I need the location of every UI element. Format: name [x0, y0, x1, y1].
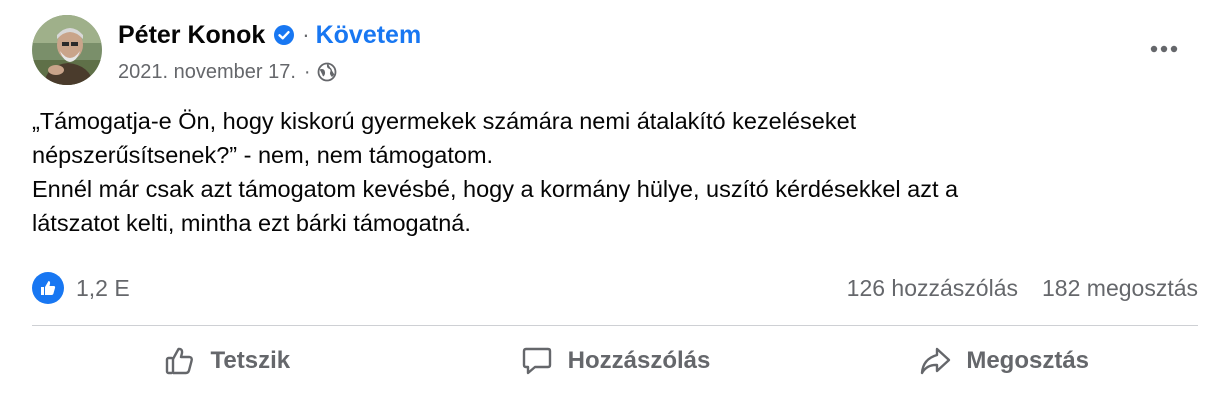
action-bar: Tetszik Hozzászólás Megosztás	[32, 332, 1198, 390]
post-text-line: „Támogatja-e Ön, hogy kiskorú gyermekek …	[32, 108, 857, 134]
divider	[32, 325, 1198, 326]
comment-count[interactable]: 126 hozzászólás	[847, 275, 1018, 302]
author-name[interactable]: Péter Konok	[118, 21, 265, 50]
separator-dot: ·	[302, 22, 310, 47]
more-options-icon[interactable]	[1144, 32, 1184, 66]
post-text-line: Ennél már csak azt támogatom kevésbé, ho…	[32, 176, 959, 202]
post-stats: 1,2 E 126 hozzászólás 182 megosztás	[32, 268, 1198, 308]
thumbs-up-icon	[165, 347, 193, 375]
stats-right: 126 hozzászólás 182 megosztás	[847, 275, 1198, 302]
separator-dot: ·	[303, 60, 311, 83]
post-meta: 2021. november 17. ·	[118, 58, 337, 86]
post-card: Péter Konok · Követem 2021. november 17.…	[0, 0, 1226, 400]
reaction-count[interactable]: 1,2 E	[76, 275, 130, 302]
avatar-photo	[32, 15, 102, 85]
post-text-line: népszerűsítsenek?” - nem, nem támogatom.	[32, 142, 494, 168]
follow-button[interactable]: Követem	[316, 21, 422, 50]
author-line: Péter Konok · Követem	[118, 18, 421, 52]
avatar[interactable]	[32, 15, 102, 85]
post-text-line: látszatot kelti, mintha ezt bárki támoga…	[32, 210, 471, 236]
like-reaction-icon[interactable]	[32, 272, 64, 304]
globe-icon[interactable]	[317, 62, 337, 82]
like-label: Tetszik	[210, 347, 291, 374]
comment-label: Hozzászólás	[567, 347, 711, 374]
post-text: „Támogatja-e Ön, hogy kiskorú gyermekek …	[32, 104, 1202, 240]
share-label: Megosztás	[966, 347, 1090, 374]
share-icon	[921, 347, 951, 375]
share-button[interactable]: Megosztás	[809, 332, 1198, 390]
verified-badge-icon	[273, 24, 295, 46]
post-date[interactable]: 2021. november 17.	[118, 61, 296, 84]
like-button[interactable]: Tetszik	[32, 332, 421, 390]
comment-icon	[522, 347, 551, 375]
comment-button[interactable]: Hozzászólás	[421, 332, 810, 390]
share-count[interactable]: 182 megosztás	[1042, 275, 1198, 302]
